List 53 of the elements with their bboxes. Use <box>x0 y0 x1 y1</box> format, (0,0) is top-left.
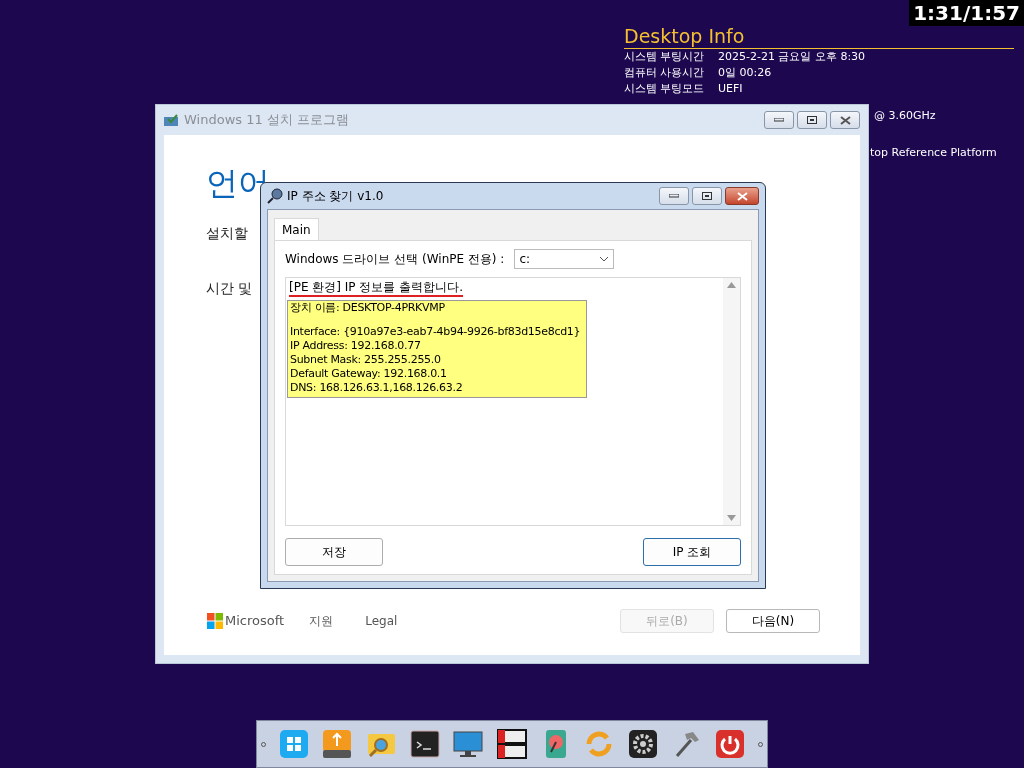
info-line: Subnet Mask: 255.255.255.0 <box>290 353 442 367</box>
chevron-down-icon <box>599 256 610 262</box>
scroll-down-icon[interactable] <box>727 515 736 521</box>
maximize-icon <box>702 192 712 200</box>
minimize-icon <box>774 118 784 122</box>
info-value: UEFI <box>718 81 743 97</box>
microsoft-logo-icon <box>207 613 223 629</box>
info-line: Interface: {910a97e3-eab7-4b94-9926-bf83d15e8cd1} <box>290 325 582 339</box>
tab[interactable]: Main <box>274 218 319 240</box>
close-button[interactable] <box>830 111 860 129</box>
info-line: DNS: 168.126.63.1,168.126.63.2 <box>290 381 464 395</box>
info-label: 시스템 부팅시간 <box>624 49 706 65</box>
windows-icon[interactable] <box>277 728 310 760</box>
ip-lookup-button[interactable]: IP 조회 <box>643 538 741 566</box>
drive-dropdown[interactable]: c: <box>514 249 615 269</box>
desktop-info-title: Desktop Info <box>624 24 1014 49</box>
magnifier-icon <box>267 188 283 204</box>
info-value: top Reference Platform <box>870 144 997 161</box>
monitor-icon[interactable] <box>452 728 485 760</box>
legal-link[interactable]: Legal <box>365 612 398 630</box>
drive-label: Windows 드라이브 선택 (WinPE 전용) : <box>285 251 505 268</box>
scroll-up-icon[interactable] <box>727 282 736 288</box>
window-title: IP 주소 찾기 v1.0 <box>287 188 384 205</box>
drives-icon[interactable] <box>495 728 528 760</box>
close-icon <box>839 115 851 125</box>
setup-icon <box>164 114 178 126</box>
info-line: IP Address: 192.168.0.77 <box>290 339 422 353</box>
usb-drive-icon[interactable] <box>321 728 354 760</box>
gear-icon[interactable] <box>626 728 659 760</box>
timer: 1:31/1:57 <box>909 0 1024 26</box>
close-icon <box>736 191 748 201</box>
info-value: @ 3.60GHz <box>874 108 937 124</box>
info-label: 시스템 부팅모드 <box>624 81 706 97</box>
info-line: 장치 이름: DESKTOP-4PRKVMP <box>290 301 446 315</box>
close-button[interactable] <box>725 187 759 205</box>
window-title: Windows 11 설치 프로그램 <box>184 111 349 130</box>
info-value: 0일 00:26 <box>718 65 772 81</box>
support-link[interactable]: 지원 <box>309 612 334 630</box>
next-button[interactable]: 다음(N) <box>726 609 820 633</box>
maximize-button[interactable] <box>692 187 722 205</box>
setup-label: 시간 및 <box>206 279 253 298</box>
maximize-icon <box>807 116 817 124</box>
output-heading: [PE 환경] IP 정보를 출력합니다. <box>289 279 464 297</box>
info-label: 컴퓨터 사용시간 <box>624 65 706 81</box>
microsoft-text: Microsoft <box>225 612 285 631</box>
save-button[interactable]: 저장 <box>285 538 383 566</box>
info-line: Default Gateway: 192.168.0.1 <box>290 367 448 381</box>
info-value: 2025-2-21 금요일 오후 8:30 <box>718 49 866 65</box>
terminal-icon[interactable] <box>408 728 441 760</box>
maximize-button[interactable] <box>797 111 827 129</box>
setup-label: 설치할 <box>206 224 248 243</box>
minimize-icon <box>669 194 679 198</box>
power-icon[interactable] <box>714 728 747 760</box>
